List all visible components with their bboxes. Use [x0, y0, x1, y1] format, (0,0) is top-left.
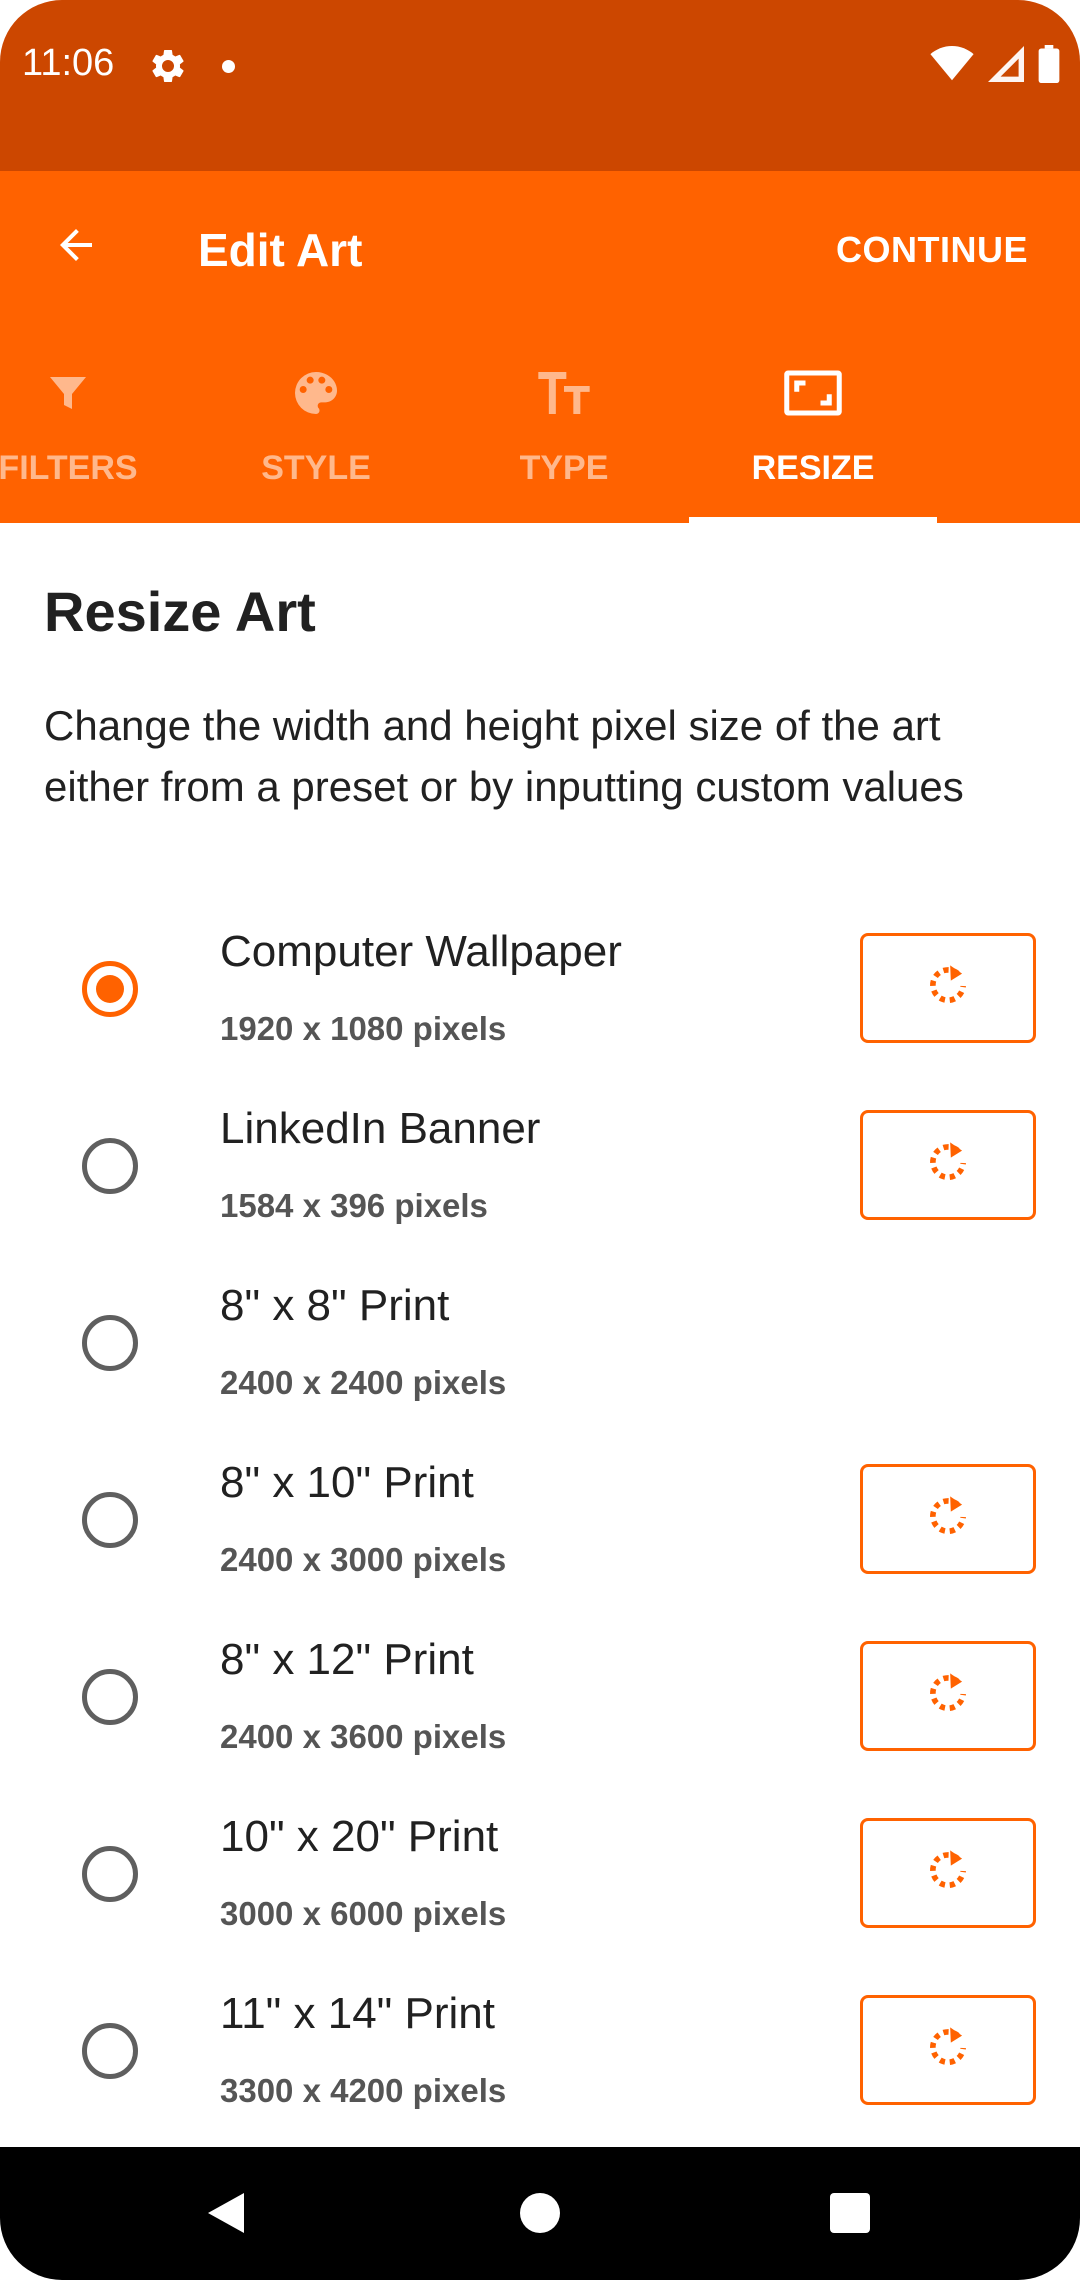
reset-button[interactable] — [860, 933, 1036, 1043]
continue-button[interactable]: CONTINUE — [836, 229, 1028, 271]
status-icons — [930, 44, 1060, 88]
reset-icon — [922, 1137, 974, 1194]
tab-label: FILTERS — [0, 449, 138, 487]
preset-size: 2400 x 3600 pixels — [220, 1718, 507, 1755]
preset-option[interactable]: 8" x 12" Print 2400 x 3600 pixels — [0, 1619, 1080, 1795]
preset-name: 11" x 14" Print — [220, 1989, 495, 2038]
signal-icon — [988, 45, 1024, 87]
tab-label: RESIZE — [751, 449, 875, 487]
tab-filters[interactable]: FILTERS — [0, 341, 192, 523]
notification-dot-icon — [222, 60, 235, 73]
palette-icon — [284, 363, 348, 423]
nav-recents-button[interactable] — [822, 2187, 878, 2243]
status-time: 11:06 — [22, 42, 115, 84]
preset-option[interactable]: LinkedIn Banner 1584 x 396 pixels — [0, 1088, 1080, 1264]
nav-back-button[interactable] — [198, 2187, 254, 2243]
preset-size: 1920 x 1080 pixels — [220, 1010, 507, 1047]
preset-size: 3300 x 4200 pixels — [220, 2072, 507, 2109]
preset-option[interactable]: 8" x 8" Print 2400 x 2400 pixels — [0, 1265, 1080, 1441]
preset-name: 8" x 8" Print — [220, 1281, 450, 1330]
reset-icon — [922, 1845, 974, 1902]
status-bar: 11:06 — [0, 0, 1080, 171]
tab-indicator — [689, 517, 937, 523]
preset-name: Computer Wallpaper — [220, 927, 622, 976]
preset-option[interactable]: Computer Wallpaper 1920 x 1080 pixels — [0, 911, 1080, 1087]
arrow-back-icon — [52, 221, 100, 274]
preset-name: 8" x 10" Print — [220, 1458, 474, 1507]
radio-button[interactable] — [82, 1492, 138, 1548]
reset-icon — [922, 1668, 974, 1725]
tab-style[interactable]: STYLE — [192, 341, 440, 523]
nav-home-icon — [518, 2191, 562, 2240]
preset-name: 8" x 12" Print — [220, 1635, 474, 1684]
preset-option[interactable]: 10" x 20" Print 3000 x 6000 pixels — [0, 1796, 1080, 1972]
preset-name: LinkedIn Banner — [220, 1104, 541, 1153]
tab-type[interactable]: TYPE — [440, 341, 688, 523]
preset-size: 2400 x 2400 pixels — [220, 1364, 507, 1401]
reset-icon — [922, 1491, 974, 1548]
tab-bar: FILTERS STYLE TYPE RESIZE — [0, 341, 1080, 523]
tab-label: TYPE — [519, 449, 609, 487]
radio-button[interactable] — [82, 961, 138, 1017]
aspect-ratio-icon — [781, 363, 845, 423]
reset-icon — [922, 2022, 974, 2079]
radio-button[interactable] — [82, 2023, 138, 2079]
filter-icon — [36, 363, 100, 423]
radio-button[interactable] — [82, 1138, 138, 1194]
preset-option[interactable]: 11" x 14" Print 3300 x 4200 pixels — [0, 1973, 1080, 2149]
nav-recents-icon — [828, 2191, 872, 2240]
reset-button[interactable] — [860, 1995, 1036, 2105]
app-bar: Edit Art CONTINUE FILTERS STYLE TYPE RES… — [0, 171, 1080, 523]
section-description: Change the width and height pixel size o… — [44, 702, 964, 810]
preset-option[interactable]: 8" x 10" Print 2400 x 3000 pixels — [0, 1442, 1080, 1618]
preset-size: 2400 x 3000 pixels — [220, 1541, 507, 1578]
navigation-bar — [0, 2147, 1080, 2280]
preset-size: 3000 x 6000 pixels — [220, 1895, 507, 1932]
preset-name: 10" x 20" Print — [220, 1812, 499, 1861]
reset-button[interactable] — [860, 1818, 1036, 1928]
page-title: Edit Art — [198, 224, 363, 276]
radio-button[interactable] — [82, 1669, 138, 1725]
reset-icon — [922, 960, 974, 1017]
section-title: Resize Art — [44, 580, 316, 643]
nav-home-button[interactable] — [512, 2187, 568, 2243]
radio-button[interactable] — [82, 1846, 138, 1902]
text-type-icon — [532, 363, 596, 423]
nav-back-icon — [204, 2189, 248, 2242]
reset-button[interactable] — [860, 1110, 1036, 1220]
preset-size: 1584 x 396 pixels — [220, 1187, 488, 1224]
tab-label: STYLE — [261, 449, 371, 487]
reset-button[interactable] — [860, 1641, 1036, 1751]
wifi-icon — [930, 45, 974, 87]
reset-button[interactable] — [860, 1464, 1036, 1574]
battery-icon — [1038, 44, 1060, 88]
back-button[interactable] — [40, 211, 112, 283]
gear-icon — [148, 46, 188, 86]
radio-button[interactable] — [82, 1315, 138, 1371]
tab-resize[interactable]: RESIZE — [689, 341, 937, 523]
